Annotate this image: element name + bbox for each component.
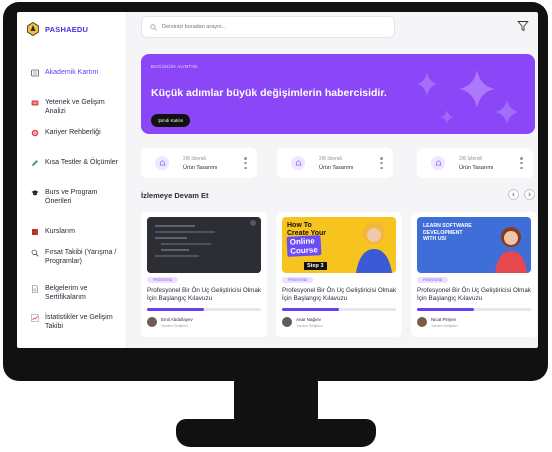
course-tag: FRONTEND — [147, 277, 179, 283]
brand-name: PASHAEDU — [45, 24, 89, 34]
thumb-highlight2: Course — [290, 245, 319, 256]
sidebar-item-label: İstatistikler ve Gelişim Takibi — [45, 314, 113, 330]
course-thumbnail-code-editor — [147, 217, 261, 273]
monitor-stand-neck — [234, 381, 318, 421]
monitor: PASHAEDU Akademik Kartım Yetenek ve Geli… — [0, 0, 552, 452]
course-tag: FRONTEND — [417, 277, 449, 283]
join-now-button[interactable]: Şimdi Katılın — [151, 114, 191, 127]
sidebar-item-label: Fırsat Takibi (Yarışma / Programlar) — [45, 249, 117, 265]
chevron-right-icon — [528, 192, 531, 197]
course-card[interactable]: How To Create Your Online Course Step 3 FR… — [276, 212, 402, 337]
sidebar-item-kisa-testler[interactable]: Kısa Testler & Ölçümler — [31, 158, 123, 167]
course-tag: FRONTEND — [282, 277, 314, 283]
sidebar-item-label: Kurslarım — [45, 228, 75, 235]
sidebar-item-yetenek[interactable]: Yetenek ve Gelişim Analizi — [31, 98, 123, 116]
course-card[interactable]: LEARN SOFTWARE DEVELOPMENT WITH US! FRONTE… — [411, 212, 537, 337]
banner-kicker: BUGÜNÜN ALINTISI — [151, 64, 198, 69]
banner-headline: Küçük adımlar büyük değişimlerin haberci… — [151, 87, 387, 99]
stat-count: 2/8 İzlendi — [459, 156, 482, 162]
prev-arrow-button[interactable] — [508, 189, 519, 200]
presenter-image — [495, 227, 527, 273]
sidebar: PASHAEDU Akademik Kartım Yetenek ve Geli… — [17, 12, 127, 348]
course-progress-bar — [147, 308, 261, 311]
bell-icon — [291, 156, 305, 170]
sidebar-item-kariyer[interactable]: Kariyer Rehberliği — [31, 128, 123, 137]
more-options-icon[interactable] — [520, 157, 523, 169]
course-progress-bar — [282, 308, 396, 311]
course-card[interactable]: FRONTEND Profesyonel Bir Ön Uç Geliştiri… — [141, 212, 267, 337]
stat-title: Ürün Tasarımı — [183, 165, 218, 171]
id-card-icon — [31, 69, 39, 77]
author-name: Nicat Piriyev — [431, 317, 457, 322]
sidebar-item-burs[interactable]: Burs ve Program Önerileri — [31, 188, 123, 206]
author-role: Yazılım Geliştirici — [431, 324, 458, 328]
filter-icon[interactable] — [517, 20, 529, 32]
sidebar-item-label: Akademik Kartım — [45, 69, 99, 76]
course-thumbnail-online-course: How To Create Your Online Course Step 3 — [282, 217, 396, 273]
bell-icon — [431, 156, 445, 170]
stat-title: Ürün Tasarımı — [459, 165, 494, 171]
sidebar-item-label: Burs ve Program Önerileri — [45, 189, 98, 205]
stat-count: 2/8 İzlendi — [183, 156, 206, 162]
author-role: Yazılım Geliştirici — [296, 324, 323, 328]
course-title: Profesyonel Bir Ön Uç Geliştiricisi Olma… — [417, 287, 532, 302]
search-icon — [150, 23, 157, 31]
search-input[interactable] — [162, 24, 382, 30]
app-screen: PASHAEDU Akademik Kartım Yetenek ve Geli… — [17, 12, 538, 348]
course-title: Profesyonel Bir Ön Uç Geliştiricisi Olma… — [282, 287, 397, 302]
continue-watching-title: İzlemeye Devam Et — [141, 191, 209, 200]
course-thumbnail-learn-software: LEARN SOFTWARE DEVELOPMENT WITH US! — [417, 217, 531, 273]
bell-icon — [155, 156, 169, 170]
more-options-icon[interactable] — [244, 157, 247, 169]
sidebar-item-kurslarim[interactable]: Kurslarım — [31, 227, 123, 236]
pencil-icon — [32, 160, 38, 166]
stat-card[interactable]: 2/8 İzlendi Ürün Tasarımı — [277, 148, 393, 178]
stat-card[interactable]: 2/8 İzlendi Ürün Tasarımı — [417, 148, 533, 178]
author-name: Anar Nağıev — [296, 317, 322, 322]
brand[interactable]: PASHAEDU — [27, 22, 88, 36]
stat-count: 2/8 İzlendi — [319, 156, 342, 162]
chart-icon — [31, 100, 39, 106]
target-icon — [31, 129, 39, 137]
sidebar-item-label: Kariyer Rehberliği — [45, 129, 101, 136]
presenter-image — [356, 222, 392, 273]
next-arrow-button[interactable] — [524, 189, 535, 200]
search-icon — [31, 249, 39, 257]
stat-title: Ürün Tasarımı — [319, 165, 354, 171]
sidebar-item-istatistikler[interactable]: İstatistikler ve Gelişim Takibi — [31, 313, 123, 331]
avatar — [282, 317, 292, 327]
course-title: Profesyonel Bir Ön Uç Geliştiricisi Olma… — [147, 287, 262, 302]
sidebar-item-label: Yetenek ve Gelişim Analizi — [45, 99, 105, 115]
thumb-badge: Step 3 — [304, 262, 327, 270]
graduation-cap-icon — [31, 190, 39, 196]
author-role: Yazılım Geliştirici — [161, 324, 188, 328]
stat-card[interactable]: 2/8 İzlendi Ürün Tasarımı — [141, 148, 257, 178]
stats-icon — [31, 314, 39, 322]
sidebar-item-akademik-kartim[interactable]: Akademik Kartım — [31, 68, 123, 77]
monitor-stand-base — [176, 419, 376, 447]
author-name: Emil Abdullayev — [161, 317, 193, 322]
book-icon — [32, 229, 38, 235]
thumb-line2: DEVELOPMENT — [423, 229, 463, 236]
document-icon — [32, 285, 38, 293]
thumb-line1: LEARN SOFTWARE — [423, 223, 472, 229]
sparkle-decoration-icon — [417, 70, 519, 124]
sidebar-item-firsat[interactable]: Fırsat Takibi (Yarışma / Programlar) — [31, 248, 123, 266]
course-progress-bar — [417, 308, 531, 311]
quote-banner: BUGÜNÜN ALINTISI Küçük adımlar büyük değ… — [141, 54, 535, 134]
avatar — [417, 317, 427, 327]
thumb-line1: How To — [287, 222, 312, 229]
search-bar[interactable] — [141, 16, 395, 38]
logo-icon — [27, 22, 39, 36]
more-options-icon[interactable] — [380, 157, 383, 169]
chevron-left-icon — [512, 192, 515, 197]
thumb-line3: WITH US! — [423, 236, 447, 242]
sidebar-item-label: Belgelerim ve Sertifikalarım — [45, 285, 88, 301]
sidebar-item-belgeler[interactable]: Belgelerim ve Sertifikalarım — [31, 284, 123, 302]
avatar — [147, 317, 157, 327]
sidebar-item-label: Kısa Testler & Ölçümler — [45, 159, 119, 166]
